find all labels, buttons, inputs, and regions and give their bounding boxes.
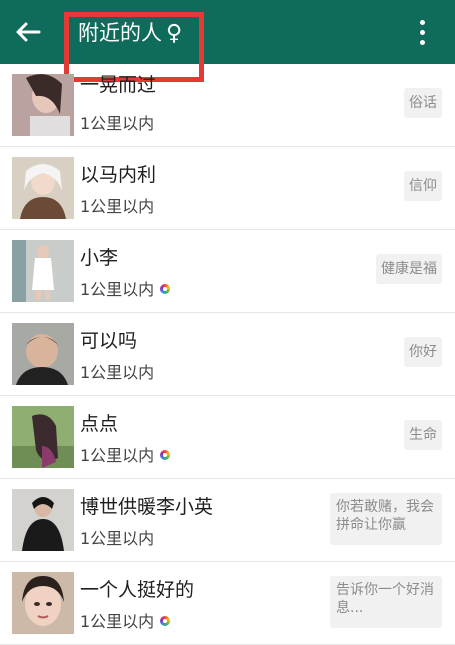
back-arrow-icon[interactable] (12, 16, 44, 48)
avatar (12, 157, 74, 219)
signature-badge: 生命 (404, 420, 442, 450)
page-title: 附近的人 ♀ (78, 18, 182, 48)
nearby-people-list: 一晃而过 1公里以内 俗话 以马内利 1公里以内 信仰 小李 1公里以内 健康是… (0, 64, 455, 645)
menu-dot (420, 20, 425, 25)
person-name: 博世供暖李小英 (80, 496, 214, 518)
avatar (12, 489, 74, 551)
distance-label: 1公里以内 (80, 276, 170, 300)
person-name: 一个人挺好的 (80, 579, 195, 601)
avatar (12, 74, 74, 136)
verified-badge-icon (160, 284, 170, 294)
list-item[interactable]: 可以吗 1公里以内 你好 (0, 313, 455, 396)
avatar (12, 572, 74, 634)
person-name: 以马内利 (80, 164, 157, 186)
distance-label: 1公里以内 (80, 114, 155, 133)
avatar (12, 240, 74, 302)
signature-badge: 健康是福 (376, 254, 442, 284)
avatar (12, 323, 74, 385)
distance-label: 1公里以内 (80, 529, 155, 548)
female-gender-icon[interactable]: ♀ (166, 21, 182, 46)
signature-badge: 告诉你一个好消息... (330, 576, 442, 628)
person-name: 小李 (80, 247, 119, 269)
list-item[interactable]: 点点 1公里以内 生命 (0, 396, 455, 479)
list-item[interactable]: 一晃而过 1公里以内 俗话 (0, 64, 455, 147)
list-item[interactable]: 博世供暖李小英 1公里以内 你若敢赌，我会拼命让你赢 (0, 479, 455, 562)
person-name: 点点 (80, 413, 119, 435)
more-options-icon[interactable] (406, 14, 438, 50)
menu-dot (420, 30, 425, 35)
list-item[interactable]: 一个人挺好的 1公里以内 告诉你一个好消息... (0, 562, 455, 645)
signature-badge: 俗话 (404, 88, 442, 118)
signature-badge: 你好 (404, 337, 442, 367)
signature-badge: 你若敢赌，我会拼命让你赢 (330, 493, 442, 545)
verified-badge-icon (160, 616, 170, 626)
distance-label: 1公里以内 (80, 197, 155, 216)
signature-badge: 信仰 (404, 171, 442, 201)
verified-badge-icon (160, 450, 170, 460)
list-item[interactable]: 以马内利 1公里以内 信仰 (0, 147, 455, 230)
distance-label: 1公里以内 (80, 442, 170, 466)
top-app-bar: 附近的人 ♀ (0, 0, 455, 82)
person-name: 一晃而过 (80, 74, 157, 96)
menu-dot (420, 40, 425, 45)
distance-label: 1公里以内 (80, 608, 170, 632)
page-title-text: 附近的人 (78, 21, 162, 45)
avatar (12, 406, 74, 468)
list-item[interactable]: 小李 1公里以内 健康是福 (0, 230, 455, 313)
person-name: 可以吗 (80, 330, 138, 352)
distance-label: 1公里以内 (80, 363, 155, 382)
